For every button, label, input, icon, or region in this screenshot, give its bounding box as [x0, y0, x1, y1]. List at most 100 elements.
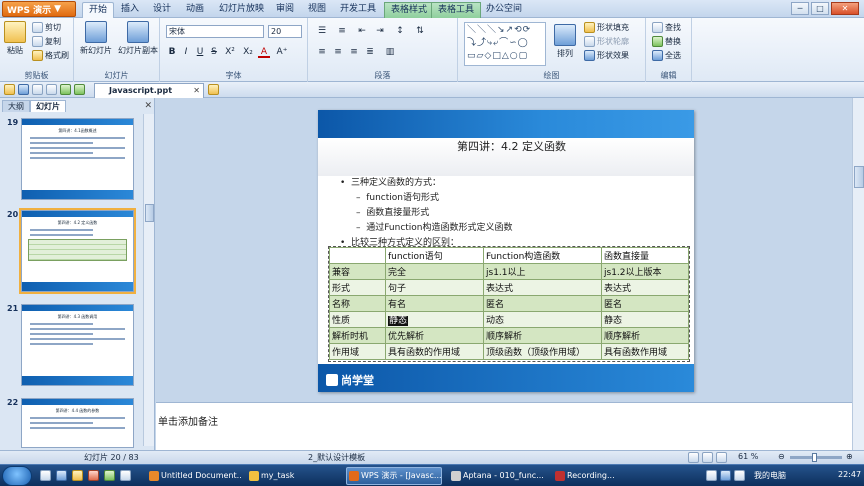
table-cell[interactable]: 优先解析	[385, 327, 484, 344]
shape-effect-button[interactable]: 形状效果	[584, 50, 629, 61]
taskbar-item[interactable]: my_task	[246, 467, 338, 485]
close-tab-icon[interactable]: ✕	[193, 84, 200, 97]
slide-copy-button[interactable]: 幻灯片副本	[118, 21, 158, 56]
columns-icon[interactable]: ▥	[384, 46, 396, 58]
table-cell[interactable]: Function构造函数	[483, 247, 602, 264]
tab-office-space[interactable]: 办公空间	[480, 2, 528, 18]
arrange-button[interactable]: 排列	[554, 24, 576, 59]
new-tab-icon[interactable]	[208, 84, 219, 95]
zoom-out-icon[interactable]: ⊖	[778, 452, 785, 461]
new-slide-button[interactable]: 新幻灯片	[80, 21, 112, 56]
slide-thumbnail[interactable]: 第四讲：4.3 函数调用	[21, 304, 134, 386]
volume-icon[interactable]	[734, 470, 745, 481]
paste-button[interactable]: 粘贴	[4, 21, 26, 56]
slide-scrollbar[interactable]	[852, 98, 864, 450]
explorer-icon[interactable]	[72, 470, 83, 481]
shape-fill-button[interactable]: 形状填充	[584, 22, 629, 33]
tab-animation[interactable]: 动画	[180, 2, 210, 18]
italic-button[interactable]: I	[180, 46, 192, 58]
table-cell[interactable]: 表达式	[601, 279, 689, 296]
zoom-in-icon[interactable]: ⊕	[846, 452, 853, 461]
quicklaunch-icon[interactable]	[104, 470, 115, 481]
network-icon[interactable]	[720, 470, 731, 481]
table-cell[interactable]: 顺序解析	[483, 327, 602, 344]
font-size-select[interactable]: 20	[268, 25, 302, 38]
align-center-icon[interactable]: ≡	[332, 46, 344, 58]
tab-slideshow[interactable]: 幻灯片放映	[213, 2, 270, 18]
line-spacing-icon[interactable]: ↕	[394, 25, 406, 37]
document-tab[interactable]: Javascript.ppt ✕	[94, 83, 204, 98]
table-cell[interactable]: 动态	[483, 311, 602, 328]
slide-bullet-list[interactable]: • 三种定义函数的方式： – function语句形式 – 函数直接量形式 – …	[340, 176, 513, 251]
sorter-view-icon[interactable]	[702, 452, 713, 463]
table-cell[interactable]: 名称	[329, 295, 386, 312]
text-direction-icon[interactable]: ⇅	[414, 25, 426, 37]
table-cell[interactable]: 句子	[385, 279, 484, 296]
show-desktop-icon[interactable]	[40, 470, 51, 481]
input-method-icon[interactable]	[706, 470, 717, 481]
decrease-indent-icon[interactable]: ⇤	[356, 25, 368, 37]
select-all-button[interactable]: 全选	[652, 50, 681, 61]
table-cell[interactable]	[329, 247, 386, 264]
media-player-icon[interactable]	[88, 470, 99, 481]
comparison-table-frame[interactable]: function语句 Function构造函数 函数直接量 兼容 完全 js1.…	[328, 246, 690, 362]
tab-table-style[interactable]: 表格样式	[384, 2, 435, 18]
table-cell[interactable]: 作用域	[329, 343, 386, 360]
scrollbar-thumb[interactable]	[854, 166, 864, 188]
align-left-icon[interactable]: ≡	[316, 46, 328, 58]
table-cell[interactable]: 具有函数的作用域	[385, 343, 484, 360]
current-slide[interactable]: 第四讲：4.2 定义函数 • 三种定义函数的方式： – function语句形式…	[318, 110, 694, 392]
tab-table-tools[interactable]: 表格工具	[431, 2, 482, 18]
table-cell[interactable]: 匿名	[483, 295, 602, 312]
table-cell[interactable]: 具有函数作用域	[601, 343, 689, 360]
shapes-gallery[interactable]: ＼＼＼↘↗⟲⟳ ⤵⤴⤷⤶⌒∽◯ ▭▱◇□△○▢	[464, 22, 546, 66]
numbered-list-icon[interactable]: ≡	[336, 25, 348, 37]
thumbnail-scrollbar[interactable]	[143, 114, 154, 446]
table-cell[interactable]: 兼容	[329, 263, 386, 280]
font-family-select[interactable]: 宋体	[166, 25, 264, 38]
comparison-table[interactable]: function语句 Function构造函数 函数直接量 兼容 完全 js1.…	[329, 247, 689, 360]
font-color-icon[interactable]: A	[258, 46, 270, 58]
table-cell[interactable]: 匿名	[601, 295, 689, 312]
slide-thumbnail[interactable]: 第四讲：4.1函数概述	[21, 118, 134, 200]
redo-icon[interactable]	[74, 84, 85, 95]
table-cell[interactable]: 表达式	[483, 279, 602, 296]
bold-button[interactable]: B	[166, 46, 178, 58]
undo-icon[interactable]	[60, 84, 71, 95]
taskbar-item[interactable]: Untitled Document...	[146, 467, 242, 485]
scrollbar-thumb[interactable]	[145, 204, 154, 222]
table-cell[interactable]: 顶级函数（顶级作用域）	[483, 343, 602, 360]
bullet-list-icon[interactable]: ☰	[316, 25, 328, 37]
table-cell[interactable]: 性质	[329, 311, 386, 328]
close-icon[interactable]: ✕	[831, 2, 859, 15]
table-cell[interactable]: function语句	[385, 247, 484, 264]
tab-slides[interactable]: 幻灯片	[30, 100, 66, 112]
taskbar-item[interactable]: Recording...	[552, 467, 648, 485]
start-button[interactable]	[2, 466, 32, 486]
slide-thumbnail[interactable]: 第四讲：4.4 函数的参数	[21, 398, 134, 448]
tab-insert[interactable]: 插入	[115, 2, 145, 18]
open-folder-icon[interactable]	[4, 84, 15, 95]
table-cell[interactable]: js1.1以上	[483, 263, 602, 280]
table-cell[interactable]: 完全	[385, 263, 484, 280]
table-cell[interactable]: 静态	[601, 311, 689, 328]
normal-view-icon[interactable]	[688, 452, 699, 463]
app-menu-button[interactable]: WPS 演示 ▼	[2, 1, 76, 17]
increase-indent-icon[interactable]: ⇥	[374, 25, 386, 37]
tab-outline[interactable]: 大纲	[2, 100, 30, 112]
table-cell[interactable]: js1.2以上版本	[601, 263, 689, 280]
table-cell[interactable]: 函数直接量	[601, 247, 689, 264]
justify-icon[interactable]: ≣	[364, 46, 376, 58]
underline-button[interactable]: U	[194, 46, 206, 58]
close-pane-icon[interactable]: ✕	[144, 101, 152, 111]
taskbar-item[interactable]: Aptana - 010_func...	[448, 467, 546, 485]
find-button[interactable]: 查找	[652, 22, 681, 33]
tab-home[interactable]: 开始	[82, 2, 115, 18]
taskbar-item-active[interactable]: WPS 演示 - [Javasc...	[346, 467, 442, 485]
slide-thumbnail-selected[interactable]: 第四讲：4.2 定义函数	[19, 208, 136, 294]
print-icon[interactable]	[32, 84, 43, 95]
print-preview-icon[interactable]	[46, 84, 57, 95]
grow-font-icon[interactable]: A⁺	[276, 46, 288, 58]
table-cell[interactable]: 顺序解析	[601, 327, 689, 344]
tab-review[interactable]: 审阅	[270, 2, 300, 18]
